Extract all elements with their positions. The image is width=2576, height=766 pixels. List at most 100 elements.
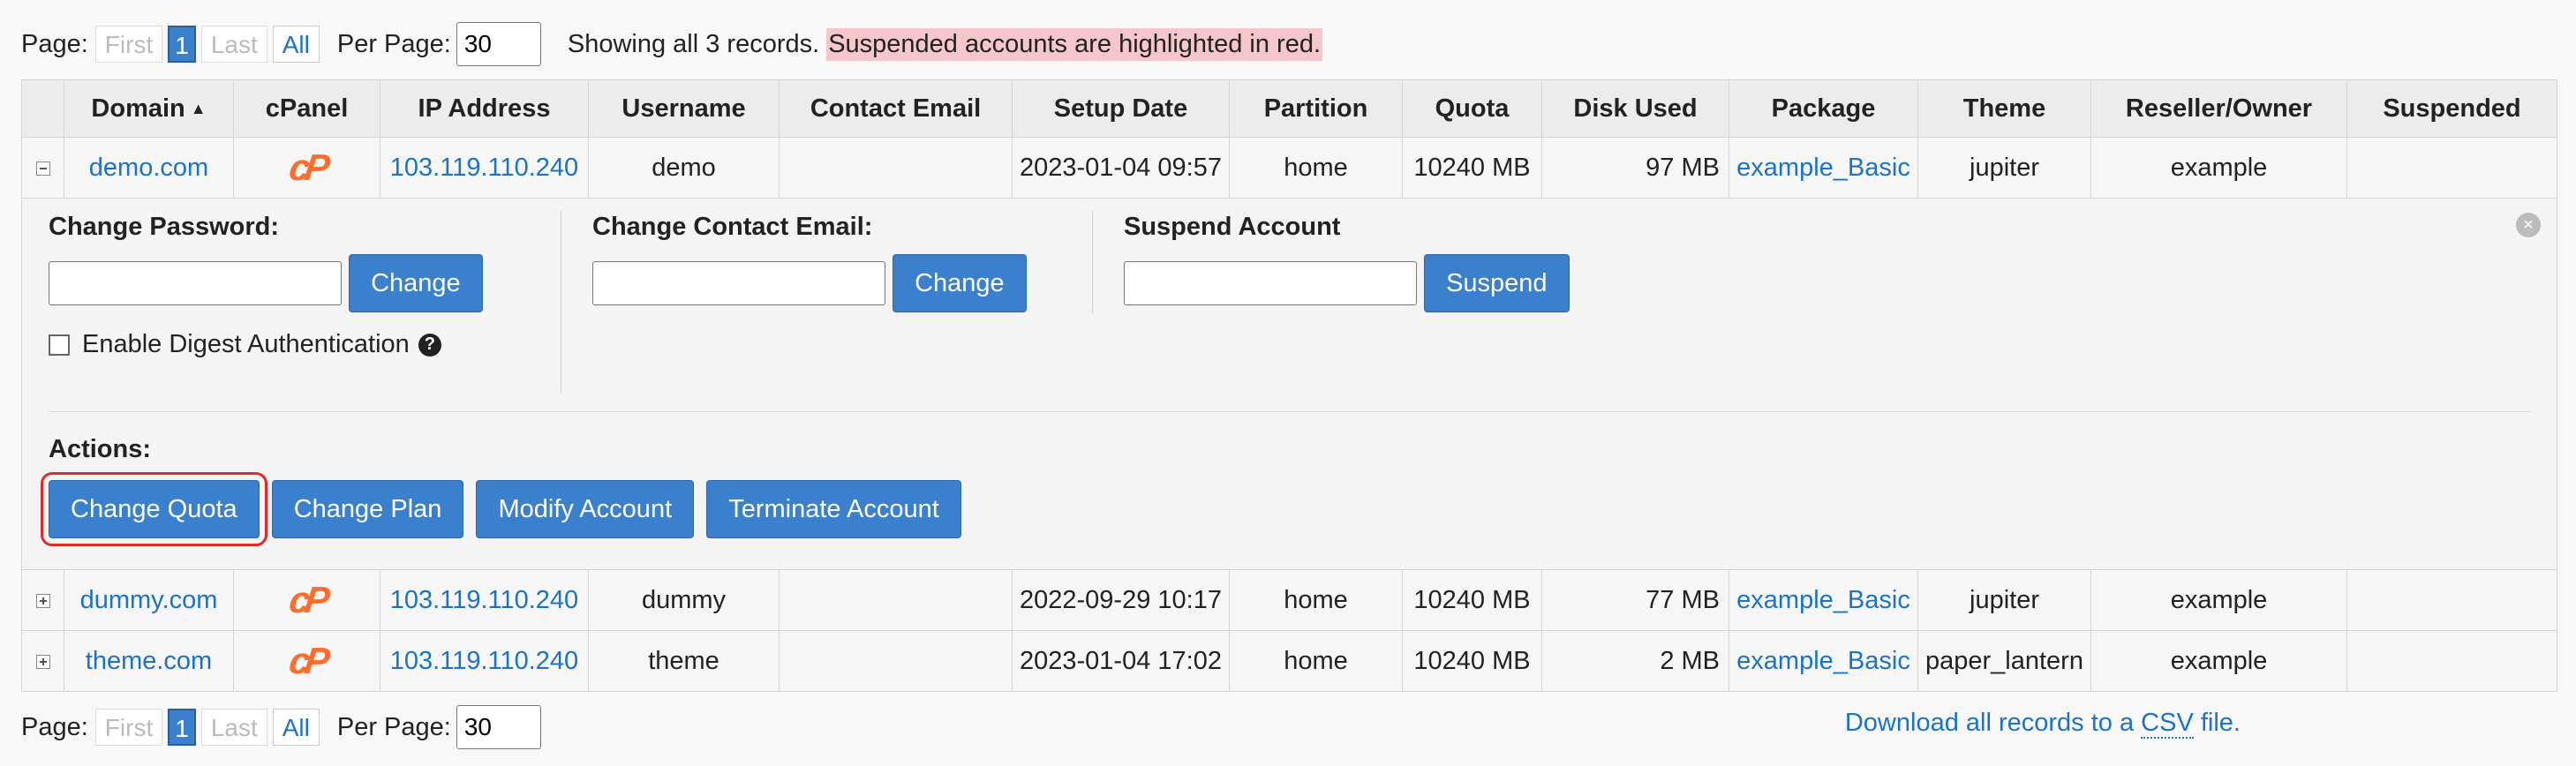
ip-address-link[interactable]: 103.119.110.240 [390, 647, 578, 675]
page-first-button[interactable]: First [94, 709, 163, 746]
modify-account-button[interactable]: Modify Account [476, 480, 695, 538]
quota-cell: 10240 MB [1402, 569, 1542, 631]
partition-cell: home [1229, 569, 1403, 631]
change-password-section: Change Password: Change Enable Digest Au… [49, 213, 483, 359]
table-header-row: Domain ▲ cPanel IP Address Username Conta… [21, 79, 2557, 138]
actions-section: Actions: Change Quota Change Plan Modify… [41, 435, 967, 546]
domain-link[interactable]: dummy.com [80, 586, 218, 614]
column-header-cpanel[interactable]: cPanel [233, 79, 380, 138]
divider [1092, 211, 1093, 313]
terminate-account-button[interactable]: Terminate Account [706, 480, 961, 538]
cpanel-logo-icon[interactable]: cP [287, 640, 328, 681]
expand-icon[interactable] [35, 593, 50, 608]
ip-address-link[interactable]: 103.119.110.240 [390, 154, 578, 182]
column-header-ip-address[interactable]: IP Address [380, 79, 589, 138]
contact-email-input[interactable] [592, 261, 885, 305]
digest-auth-checkbox[interactable] [49, 334, 70, 356]
owner-cell: example [2090, 569, 2347, 631]
change-email-button[interactable]: Change [893, 254, 1027, 312]
package-link[interactable]: example_Basic [1736, 154, 1910, 182]
expander-header [21, 79, 64, 138]
suspended-note: Suspended accounts are highlighted in re… [826, 27, 1323, 61]
column-header-reseller-owner[interactable]: Reseller/Owner [2090, 79, 2347, 138]
change-email-section: Change Contact Email: Change [592, 213, 1027, 312]
domain-link[interactable]: theme.com [86, 647, 212, 675]
suspend-button[interactable]: Suspend [1424, 254, 1570, 312]
sort-ascending-icon: ▲ [190, 100, 207, 118]
setup-date-cell: 2022-09-29 10:17 [1012, 569, 1230, 631]
column-header-disk-used[interactable]: Disk Used [1541, 79, 1729, 138]
owner-cell: example [2090, 137, 2347, 199]
download-csv-link[interactable]: Download all records to a CSV file. [1845, 704, 2241, 741]
suspended-cell [2346, 630, 2557, 692]
per-page-input[interactable] [456, 705, 541, 749]
page-last-button[interactable]: Last [200, 26, 267, 63]
expand-icon[interactable] [35, 654, 50, 669]
username-cell: theme [588, 630, 780, 692]
column-header-quota[interactable]: Quota [1402, 79, 1542, 138]
accounts-table: Domain ▲ cPanel IP Address Username Conta… [21, 79, 2557, 692]
column-header-domain[interactable]: Domain ▲ [64, 79, 234, 138]
username-cell: dummy [588, 569, 780, 631]
cpanel-logo-icon[interactable]: cP [287, 579, 328, 620]
digest-auth-label: Enable Digest Authentication [82, 330, 410, 358]
change-quota-button[interactable]: Change Quota [41, 472, 267, 546]
change-password-label: Change Password: [49, 213, 280, 241]
divider [49, 411, 2530, 412]
suspend-label: Suspend Account [1124, 213, 1341, 241]
ip-address-link[interactable]: 103.119.110.240 [390, 586, 578, 614]
column-header-suspended[interactable]: Suspended [2346, 79, 2557, 138]
new-password-input[interactable] [49, 261, 342, 305]
close-icon[interactable]: × [2516, 213, 2541, 237]
page-all-button[interactable]: All [272, 709, 320, 746]
theme-cell: jupiter [1917, 137, 2091, 199]
csv-abbr: CSV [2141, 709, 2194, 739]
page-first-button[interactable]: First [94, 26, 163, 63]
disk-used-cell: 77 MB [1541, 569, 1729, 631]
column-header-theme[interactable]: Theme [1917, 79, 2091, 138]
column-header-username[interactable]: Username [588, 79, 780, 138]
page-current-button[interactable]: 1 [168, 26, 196, 63]
package-link[interactable]: example_Basic [1736, 586, 1910, 614]
table-row: demo.com cP 103.119.110.240 demo 2023-01… [21, 137, 2557, 199]
cpanel-logo-icon[interactable]: cP [287, 146, 328, 188]
table-row: dummy.com cP 103.119.110.240 dummy 2022-… [21, 569, 2557, 631]
digest-auth-row: Enable Digest Authentication ? [49, 330, 483, 359]
contact-email-cell [779, 630, 1013, 692]
collapse-icon[interactable] [35, 161, 50, 176]
actions-label: Actions: [49, 435, 151, 463]
domain-link[interactable]: demo.com [89, 154, 208, 182]
setup-date-cell: 2023-01-04 09:57 [1012, 137, 1230, 199]
expand-toggle[interactable] [21, 569, 64, 631]
contact-email-cell [779, 569, 1013, 631]
suspend-reason-input[interactable] [1124, 261, 1417, 305]
quota-cell: 10240 MB [1402, 630, 1542, 692]
records-count-text: Showing all 3 records. [567, 29, 820, 58]
collapse-toggle[interactable] [21, 137, 64, 199]
account-detail-panel: Change Password: Change Enable Digest Au… [23, 199, 2557, 569]
partition-cell: home [1229, 137, 1403, 199]
help-icon[interactable]: ? [418, 333, 441, 357]
page-all-button[interactable]: All [272, 26, 320, 63]
change-plan-button[interactable]: Change Plan [271, 480, 464, 538]
username-cell: demo [588, 137, 780, 199]
column-header-contact-email[interactable]: Contact Email [779, 79, 1013, 138]
column-header-partition[interactable]: Partition [1229, 79, 1403, 138]
column-header-setup-date[interactable]: Setup Date [1012, 79, 1230, 138]
partition-cell: home [1229, 630, 1403, 692]
suspend-section: Suspend Account Suspend [1124, 213, 1570, 312]
package-link[interactable]: example_Basic [1736, 647, 1910, 675]
change-password-button[interactable]: Change [349, 254, 483, 312]
per-page-input[interactable] [456, 22, 541, 66]
expand-toggle[interactable] [21, 630, 64, 692]
account-detail-row: Change Password: Change Enable Digest Au… [21, 198, 2557, 570]
suspended-cell [2346, 569, 2557, 631]
page-current-button[interactable]: 1 [168, 709, 196, 746]
column-header-package[interactable]: Package [1729, 79, 1918, 138]
owner-cell: example [2090, 630, 2347, 692]
theme-cell: paper_lantern [1917, 630, 2091, 692]
page-label: Page: [21, 29, 88, 58]
suspended-cell [2346, 137, 2557, 199]
page-last-button[interactable]: Last [200, 709, 267, 746]
change-email-label: Change Contact Email: [592, 213, 873, 241]
